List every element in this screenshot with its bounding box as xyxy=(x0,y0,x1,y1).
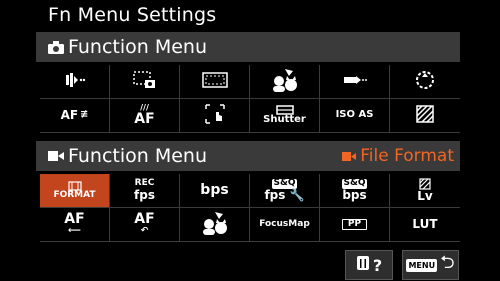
face-detection-slot[interactable] xyxy=(180,208,250,242)
menu-back-button[interactable]: MENU ⮌ xyxy=(402,250,459,280)
dial-focus-slot[interactable] xyxy=(390,65,460,99)
focus-area-camera-slot[interactable] xyxy=(110,65,180,99)
af-tracking-slot[interactable] xyxy=(320,65,390,99)
af-sensitivity-slot[interactable]: AF ≢ xyxy=(40,99,110,133)
shutter-type-slot[interactable]: Shutter xyxy=(250,99,320,133)
file-format-slot[interactable]: FORMAT xyxy=(40,174,110,208)
focus-area-camera-icon xyxy=(132,70,158,93)
zebra-icon xyxy=(416,105,434,126)
current-item-indicator: File Format xyxy=(341,141,454,171)
photo-function-grid: AF ≢ ///AF Shutter ISO AS xyxy=(40,65,460,133)
frame-icon xyxy=(201,72,228,91)
help-label: ? xyxy=(372,255,383,275)
arrow-left-icon: ⟵ xyxy=(68,226,81,237)
page-title: Fn Menu Settings xyxy=(48,4,217,26)
af-transition-label: AF xyxy=(64,211,85,228)
shutter-type-label: Shutter xyxy=(263,114,306,126)
lv-display-slot[interactable]: Lv xyxy=(390,174,460,208)
lut-label: LUT xyxy=(412,217,438,232)
photo-function-menu-header: Function Menu xyxy=(36,32,460,62)
fps-label: fps xyxy=(264,187,286,202)
af-transition-slot[interactable]: AF ⟵ xyxy=(40,208,110,242)
bitrate-label: bps xyxy=(200,182,229,199)
movie-icon xyxy=(341,151,357,162)
rec-frame-rate-slot[interactable]: REC fps xyxy=(110,174,180,208)
fps-label: fps xyxy=(134,187,155,202)
section-label: Function Menu xyxy=(68,145,208,167)
touch-focus-icon xyxy=(203,102,227,129)
sq-frame-rate-slot[interactable]: S&Q fps 🔧 xyxy=(250,174,320,208)
movie-icon xyxy=(46,146,66,166)
bps-label: bps xyxy=(342,187,367,202)
af-illuminator-label: AF xyxy=(134,111,155,128)
touch-focus-slot[interactable] xyxy=(180,99,250,133)
delete-help-button[interactable]: ? xyxy=(345,250,393,280)
camera-icon xyxy=(46,37,66,57)
curve-arrow-icon: ↶ xyxy=(140,226,149,237)
file-format-label: FORMAT xyxy=(53,189,96,200)
lv-label: Lv xyxy=(417,189,433,204)
af-illuminator-slot[interactable]: ///AF xyxy=(110,99,180,133)
face-eye-af-slot[interactable] xyxy=(250,65,320,99)
movie-function-menu-header: Function Menu File Format xyxy=(36,141,460,171)
trash-icon xyxy=(356,255,370,275)
af-tracking-icon xyxy=(343,74,367,89)
iso-auto-label: ISO AS xyxy=(335,109,374,121)
drive-mode-slot[interactable] xyxy=(40,65,110,99)
af-subject-shift-slot[interactable]: AF ↶ xyxy=(110,208,180,242)
current-item-label: File Format xyxy=(360,146,454,166)
return-icon: ⮌ xyxy=(440,252,455,273)
aspect-frame-slot[interactable] xyxy=(180,65,250,99)
bitrate-slot[interactable]: bps xyxy=(180,174,250,208)
iso-auto-slot[interactable]: ISO AS xyxy=(320,99,390,133)
focus-map-label: FocusMap xyxy=(259,218,310,229)
picture-profile-label: PP xyxy=(341,218,368,231)
section-label: Function Menu xyxy=(68,36,208,58)
wrench-icon: 🔧 xyxy=(289,187,305,202)
sq-bitrate-slot[interactable]: S&Q bps xyxy=(320,174,390,208)
focus-map-slot[interactable]: FocusMap xyxy=(250,208,320,242)
focus-ring-icon xyxy=(414,69,436,94)
af-subject-shift-label: AF xyxy=(134,211,155,228)
picture-profile-slot[interactable]: PP xyxy=(320,208,390,242)
face-animal-icon xyxy=(199,210,231,239)
movie-function-grid: FORMAT REC fps bps S&Q fps 🔧 S&Q bps Lv AF ⟵… xyxy=(40,174,460,242)
face-animal-icon xyxy=(269,67,301,96)
zebra-slot[interactable] xyxy=(390,99,460,133)
drive-mode-icon xyxy=(64,72,86,91)
menu-chip: MENU xyxy=(406,258,438,272)
lut-slot[interactable]: LUT xyxy=(390,208,460,242)
af-sensitivity-label: AF xyxy=(60,108,79,123)
